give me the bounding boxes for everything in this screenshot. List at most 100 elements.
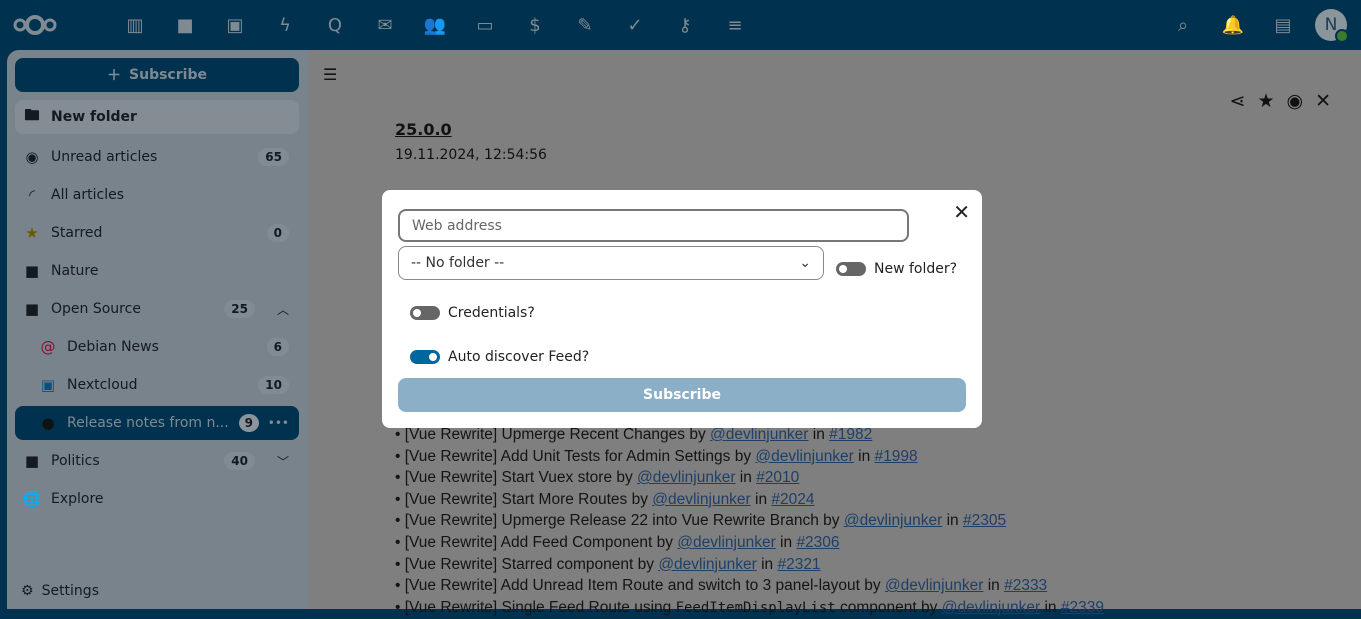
tasks-icon[interactable]: ✓ <box>610 12 660 38</box>
talk-icon[interactable]: Q <box>310 12 360 38</box>
pr-link[interactable]: #2339 <box>1061 599 1104 616</box>
contacts-menu-icon[interactable]: ▤ <box>1265 9 1301 41</box>
in-text: in <box>808 426 830 443</box>
close-icon[interactable]: ✕ <box>953 200 970 224</box>
avatar[interactable]: N <box>1315 9 1349 43</box>
list-item: [Vue Rewrite] Single Feed Route using Fe… <box>395 597 1104 619</box>
count-badge: 9 <box>238 414 259 432</box>
rss-icon: ◜ <box>29 186 35 204</box>
star-icon: ★ <box>25 224 39 242</box>
contacts-icon[interactable]: 👥 <box>410 12 460 38</box>
label: Release notes from n... <box>67 415 229 431</box>
user-link[interactable]: @devlinjunker <box>677 534 775 551</box>
sidebar-item-unread[interactable]: ◉ Unread articles 65 <box>15 138 299 176</box>
subscribe-button[interactable]: ＋ Subscribe <box>15 58 299 92</box>
pr-link[interactable]: #2306 <box>796 534 839 551</box>
passwords-icon[interactable]: ⚷ <box>660 12 710 38</box>
user-link[interactable]: @devlinjunker <box>844 512 942 529</box>
files-icon[interactable]: ■ <box>160 12 210 38</box>
user-link[interactable]: @devlinjunker <box>885 577 983 594</box>
sidebar-item-starred[interactable]: ★ Starred 0 <box>15 214 299 252</box>
sidebar-item-debian[interactable]: @ Debian News 6 <box>15 328 299 366</box>
news-icon[interactable]: ≡ <box>710 12 760 38</box>
in-text: in <box>735 469 757 487</box>
pr-link[interactable]: #1982 <box>829 426 872 443</box>
notifications-icon[interactable]: 🔔 <box>1215 9 1251 41</box>
share-icon[interactable]: ⋖ <box>1230 90 1246 112</box>
user-link[interactable]: @devlinjunker <box>658 556 756 573</box>
subscribe-label: Subscribe <box>129 67 207 83</box>
folder-icon: ■ <box>24 300 40 318</box>
settings-button[interactable]: ⚙ Settings <box>21 583 99 599</box>
in-text: in <box>756 555 778 573</box>
switch[interactable] <box>410 306 440 320</box>
sidebar-item-nextcloud[interactable]: ▣ Nextcloud 10 <box>15 366 299 404</box>
mail-icon[interactable]: ✉ <box>360 12 410 38</box>
changelog-list: [Vue Rewrite] Upmerge Recent Changes by … <box>395 424 1104 618</box>
label: Politics <box>51 453 100 469</box>
folder-select[interactable]: -- No folder -- ⌄ <box>398 246 824 280</box>
chevron-down-icon[interactable]: ﹀ <box>277 453 289 470</box>
list-item: [Vue Rewrite] Add Unit Tests for Admin S… <box>395 446 1104 468</box>
user-link[interactable]: @devlinjunker <box>652 491 750 508</box>
in-text: in <box>775 533 797 551</box>
folder-value: -- No folder -- <box>411 255 505 271</box>
label: All articles <box>51 187 125 203</box>
user-link[interactable]: @devlinjunker <box>710 426 808 443</box>
money-icon[interactable]: $ <box>510 12 560 38</box>
pr-link[interactable]: #2321 <box>777 556 820 573</box>
mark-read-icon[interactable]: ◉ <box>1286 90 1303 112</box>
item-text: [Vue Rewrite] Upmerge Release 22 into Vu… <box>404 512 844 530</box>
label: Credentials? <box>448 305 535 321</box>
list-item: [Vue Rewrite] Start More Routes by @devl… <box>395 489 1104 511</box>
sidebar-item-open-source[interactable]: ■ Open Source 25 ︿ <box>15 290 299 328</box>
sidebar-item-release-notes[interactable]: ● Release notes from n... 9 ••• <box>15 406 299 440</box>
subscribe-submit-button[interactable]: Subscribe <box>398 378 966 412</box>
code: FeedItemDisplayList <box>675 599 836 616</box>
switch[interactable] <box>836 262 866 276</box>
label: Unread articles <box>51 149 158 165</box>
close-icon[interactable]: ✕ <box>1315 90 1331 112</box>
list-item: [Vue Rewrite] Add Feed Component by @dev… <box>395 532 1104 554</box>
item-text: [Vue Rewrite] Add Unit Tests for Admin S… <box>404 447 756 465</box>
label: Nature <box>51 263 99 279</box>
user-link[interactable]: @devlinjunker <box>637 469 735 486</box>
more-icon[interactable]: ••• <box>268 416 289 430</box>
pr-link[interactable]: #2305 <box>963 512 1006 529</box>
in-text: in <box>853 447 875 465</box>
list-item: [Vue Rewrite] Upmerge Release 22 into Vu… <box>395 510 1104 532</box>
web-address-input[interactable]: Web address <box>398 209 909 242</box>
switch[interactable] <box>410 350 440 364</box>
autodiscover-toggle[interactable]: Auto discover Feed? <box>410 349 589 365</box>
in-text: in <box>983 577 1005 595</box>
sidebar-item-politics[interactable]: ■ Politics 40 ﹀ <box>15 442 299 480</box>
dashboard-icon[interactable]: ▥ <box>110 12 160 38</box>
search-icon[interactable]: ⌕ <box>1165 9 1201 41</box>
toggle-navigation-icon[interactable]: ☰ <box>323 65 337 84</box>
sidebar-item-explore[interactable]: 🌐 Explore <box>15 480 299 518</box>
chevron-up-icon[interactable]: ︿ <box>277 301 289 318</box>
sidebar-item-new-folder[interactable]: 🖿 New folder <box>15 100 299 134</box>
photos-icon[interactable]: ▣ <box>210 12 260 38</box>
star-icon[interactable]: ★ <box>1257 90 1274 112</box>
activity-icon[interactable]: ϟ <box>260 12 310 38</box>
debian-icon: @ <box>40 338 56 356</box>
new-folder-toggle[interactable]: New folder? <box>836 261 957 277</box>
pr-link[interactable]: #2333 <box>1004 577 1047 594</box>
nextcloud-logo[interactable] <box>12 12 58 38</box>
pr-link[interactable]: #1998 <box>875 448 918 465</box>
count-badge: 25 <box>224 300 255 318</box>
list-item: [Vue Rewrite] Add Unread Item Route and … <box>395 575 1104 597</box>
plus-icon: ＋ <box>107 68 122 84</box>
pr-link[interactable]: #2024 <box>771 491 814 508</box>
user-link[interactable]: @devlinjunker <box>942 599 1040 616</box>
sidebar-item-all[interactable]: ◜ All articles <box>15 176 299 214</box>
notes-icon[interactable]: ✎ <box>560 12 610 38</box>
pr-link[interactable]: #2010 <box>756 469 799 486</box>
eye-icon: ◉ <box>25 148 39 166</box>
credentials-toggle[interactable]: Credentials? <box>410 305 535 321</box>
sidebar-item-nature[interactable]: ■ Nature <box>15 252 299 290</box>
article-title[interactable]: 25.0.0 <box>395 120 452 139</box>
calendar-icon[interactable]: ▭ <box>460 12 510 38</box>
user-link[interactable]: @devlinjunker <box>755 448 853 465</box>
